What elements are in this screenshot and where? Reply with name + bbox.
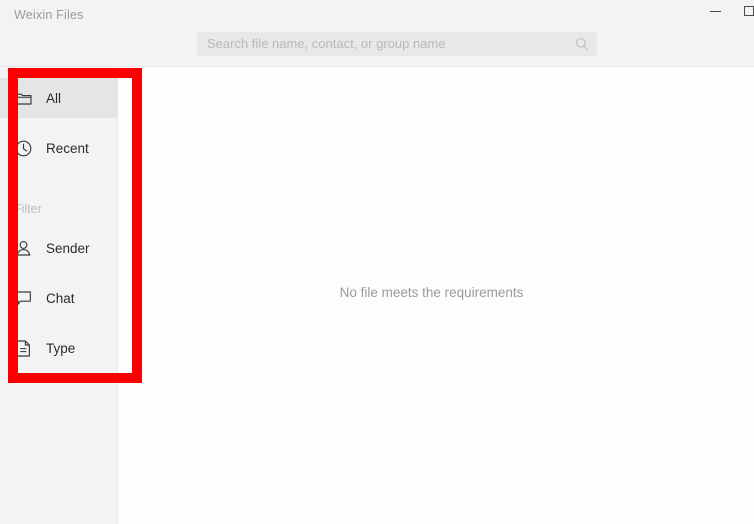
search-input[interactable] [207,32,567,56]
empty-state: No file meets the requirements [119,67,754,524]
empty-state-message: No file meets the requirements [339,285,524,300]
app-window: Weixin Files Search file name, contact, … [0,0,754,524]
sidebar-item-label: Sender [46,240,90,256]
title-bar: Weixin Files [0,0,754,67]
person-icon [14,239,32,257]
search-bar[interactable] [197,32,597,56]
folder-icon [14,89,32,107]
sidebar-item-label: Recent [46,140,89,156]
document-icon [14,339,32,357]
filter-section-heading: Filter [14,202,42,216]
minimize-icon [709,10,721,12]
sidebar-item-type[interactable]: Type [0,328,118,368]
sidebar-item-recent[interactable]: Recent [0,128,118,168]
sidebar-item-label: Type [46,340,76,356]
sidebar-item-chat[interactable]: Chat [0,278,118,318]
search-icon[interactable] [575,37,589,51]
sidebar-item-sender[interactable]: Sender [0,228,118,268]
sidebar-item-label: All [46,90,62,106]
window-title: Weixin Files [14,8,84,22]
sidebar-item-all[interactable]: All [0,78,118,118]
clock-icon [14,139,32,157]
sidebar: All Recent Filter Sender Chat Type [0,67,118,524]
maximize-button[interactable] [733,0,754,22]
maximize-icon [744,6,754,16]
chat-bubble-icon [14,289,32,307]
file-list-panel: No file meets the requirements [119,67,754,524]
sidebar-item-label: Chat [46,290,75,306]
minimize-button[interactable] [699,0,731,22]
